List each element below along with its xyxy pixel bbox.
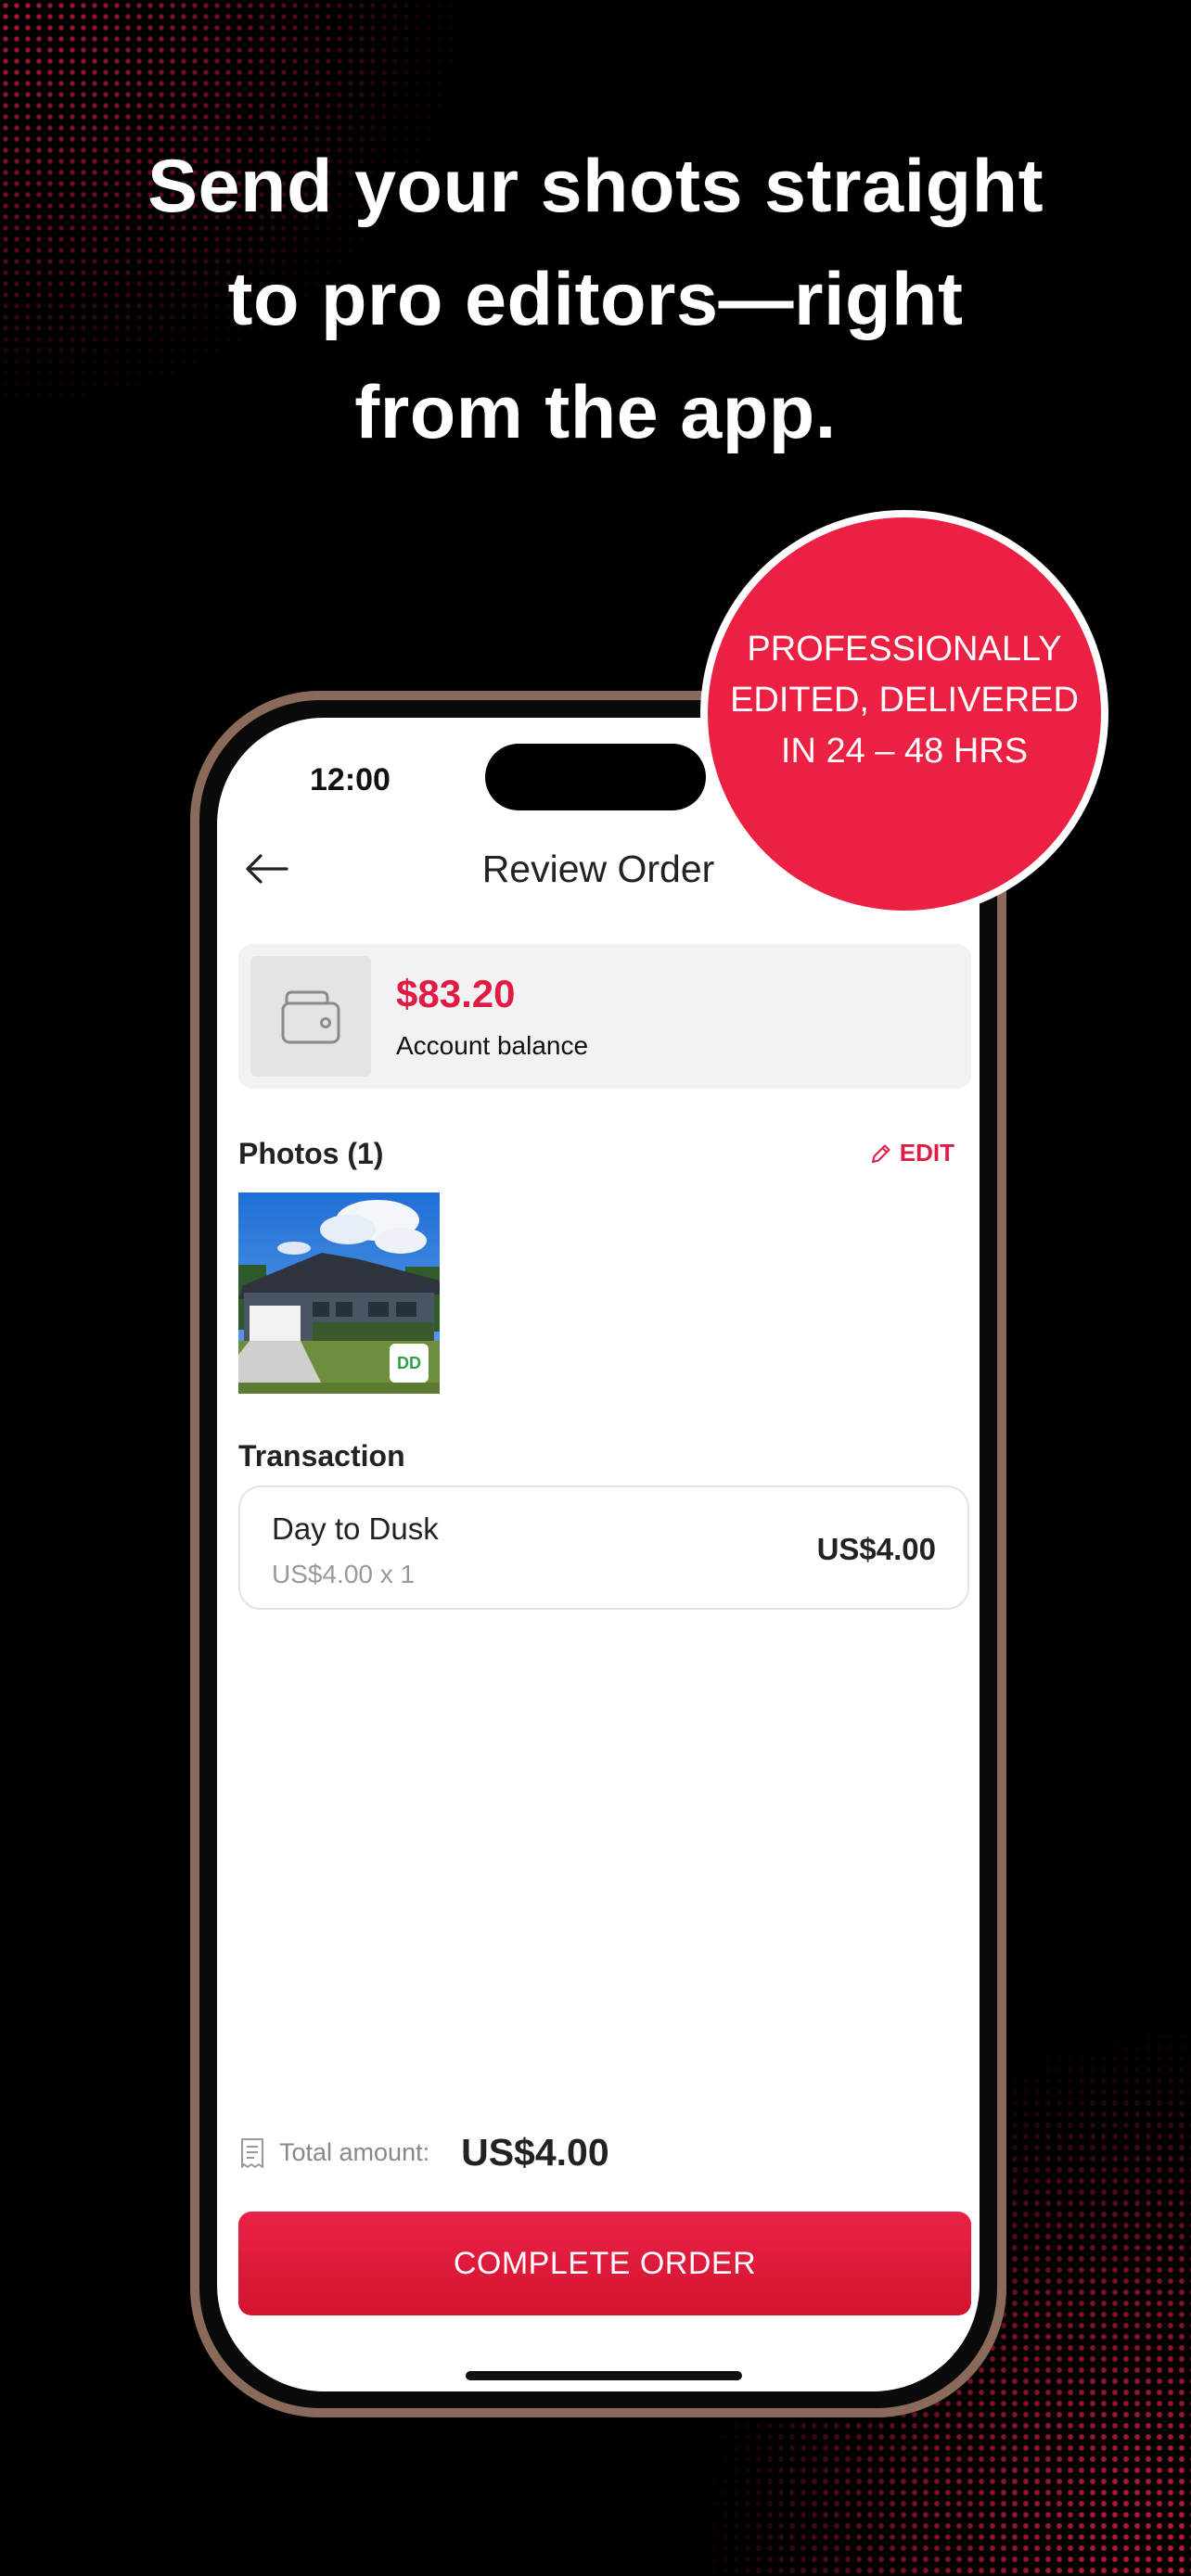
photo-service-badge: DD (390, 1344, 429, 1383)
total-amount-row: Total amount: US$4.00 (238, 2131, 609, 2174)
receipt-icon (241, 2137, 263, 2168)
photos-heading: Photos (1) (238, 1137, 384, 1170)
phone-screen: 12:00 Review Order $83.20 Account balanc (217, 718, 980, 2391)
promo-badge-inner: PROFESSIONALLY EDITED, DELIVERED IN 24 –… (708, 517, 1101, 911)
headline-line-1: Send your shots straight (147, 145, 1044, 228)
wallet-icon (281, 990, 340, 1044)
transaction-item-card: Day to Dusk US$4.00 x 1 US$4.00 (238, 1486, 969, 1610)
phone-bezel: 12:00 Review Order $83.20 Account balanc (199, 700, 997, 2408)
promo-line-3: IN 24 – 48 HRS (780, 731, 1029, 771)
item-price: US$4.00 (816, 1532, 936, 1566)
headline-line-2: to pro editors—right (227, 258, 964, 341)
marketing-headline: Send your shots straight to pro editors—… (85, 130, 1106, 469)
dynamic-island (485, 744, 706, 810)
promo-line-1: PROFESSIONALLY (747, 629, 1062, 669)
item-quantity-detail: US$4.00 x 1 (272, 1560, 416, 1588)
promo-line-2: EDITED, DELIVERED (730, 680, 1079, 720)
status-bar-time: 12:00 (310, 762, 391, 797)
edit-label: EDIT (899, 1139, 954, 1167)
transaction-heading: Transaction (238, 1439, 405, 1473)
pencil-icon (871, 1144, 890, 1163)
phone-frame: 12:00 Review Order $83.20 Account balanc (190, 691, 1006, 2417)
wallet-icon-box (250, 956, 371, 1077)
total-amount-label: Total amount: (279, 2138, 430, 2166)
item-name: Day to Dusk (272, 1511, 439, 1546)
home-indicator (466, 2371, 742, 2380)
balance-amount: $83.20 (396, 972, 516, 1015)
account-balance-card: $83.20 Account balance (238, 944, 971, 1089)
photo-thumbnail[interactable]: DD (238, 1192, 440, 1394)
headline-line-3: from the app. (354, 371, 837, 454)
complete-order-button[interactable]: COMPLETE ORDER (238, 2212, 971, 2315)
balance-label: Account balance (396, 1031, 589, 1060)
promo-badge: PROFESSIONALLY EDITED, DELIVERED IN 24 –… (700, 510, 1108, 918)
total-amount-value: US$4.00 (461, 2131, 609, 2174)
edit-photos-button[interactable]: EDIT (868, 1139, 954, 1167)
